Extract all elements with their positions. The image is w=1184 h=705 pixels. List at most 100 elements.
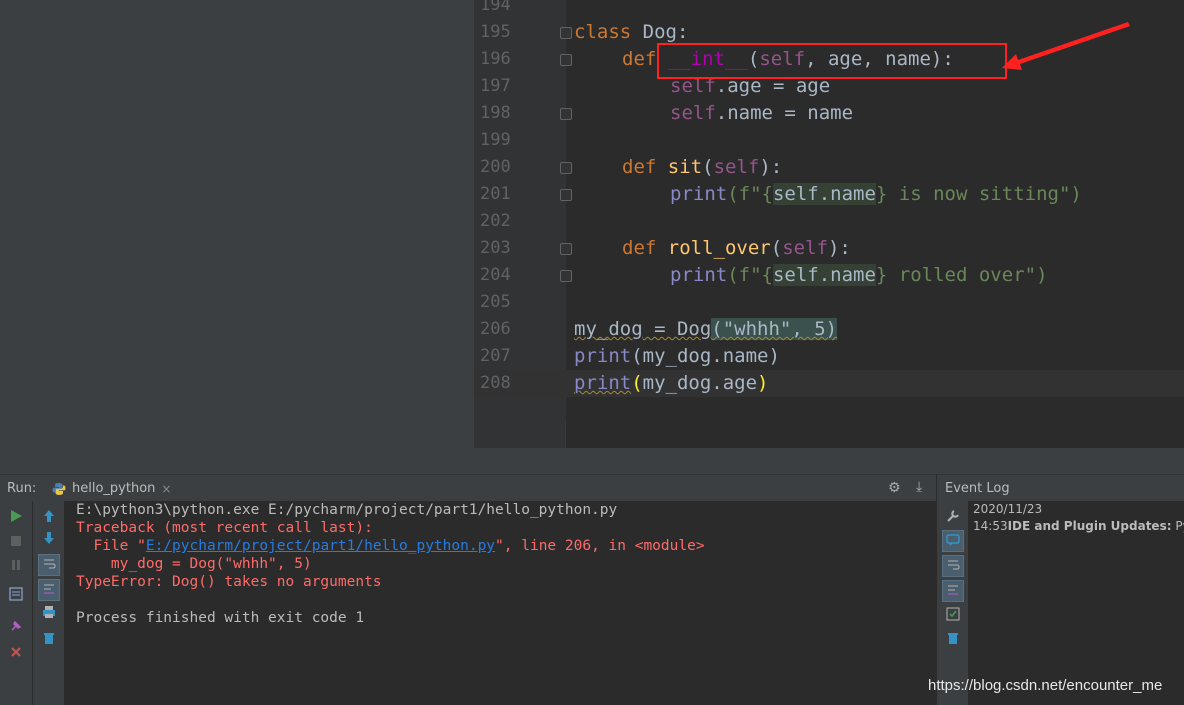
- rerun-button[interactable]: [5, 507, 27, 529]
- minimize-icon[interactable]: ⤓: [916, 479, 922, 495]
- code-text: my_dog = Dog("whhh", 5): [574, 318, 838, 340]
- code-text: print(f"{self.name} is now sitting"): [670, 183, 1082, 205]
- code-line[interactable]: 199: [474, 127, 1184, 154]
- line-number: 194: [480, 0, 511, 15]
- scroll-up-button[interactable]: [38, 507, 60, 529]
- close-icon: [11, 647, 21, 657]
- run-panel-header: Run: hello_python × ⚙ ⤓: [0, 474, 936, 502]
- checkbox-icon: [946, 607, 960, 621]
- fold-icon[interactable]: [560, 162, 572, 174]
- dump-threads-button[interactable]: [5, 585, 27, 607]
- gutter-guide: [565, 420, 566, 448]
- event-clear-button[interactable]: [942, 629, 964, 651]
- code-line[interactable]: 198 self.name = name: [474, 100, 1184, 127]
- line-number: 202: [480, 211, 511, 231]
- console-output[interactable]: E:\python3\python.exe E:/pycharm/project…: [64, 501, 936, 705]
- line-number: 199: [480, 130, 511, 150]
- scroll-end-icon: [44, 584, 54, 594]
- fold-icon[interactable]: [560, 27, 572, 39]
- line-number: 197: [480, 76, 511, 96]
- close-icon[interactable]: ×: [161, 482, 171, 496]
- watermark-text: https://blog.csdn.net/encounter_me: [928, 677, 1163, 694]
- pin-icon: [11, 620, 22, 631]
- editor-bottom-strip: [474, 448, 1184, 474]
- fold-end-icon[interactable]: [560, 270, 572, 282]
- mark-read-button[interactable]: [942, 605, 964, 627]
- project-panel: [0, 0, 474, 474]
- line-number: 204: [480, 265, 511, 285]
- close-run-button[interactable]: [5, 642, 27, 664]
- run-tab-hello-python[interactable]: hello_python ×: [44, 475, 179, 502]
- event-settings-button[interactable]: [942, 507, 964, 529]
- fold-icon[interactable]: [560, 243, 572, 255]
- run-tab-label: hello_python: [72, 481, 156, 496]
- line-number: 198: [480, 103, 511, 123]
- line-number: 203: [480, 238, 511, 258]
- code-text: print(my_dog.name): [574, 345, 780, 367]
- event-title: IDE and Plugin Updates:: [1007, 519, 1172, 533]
- event-scroll-end-button[interactable]: [942, 580, 964, 602]
- line-number: 195: [480, 22, 511, 42]
- console-code-line: my_dog = Dog("whhh", 5): [76, 556, 312, 572]
- code-line[interactable]: 204 print(f"{self.name} rolled over"): [474, 262, 1184, 289]
- stop-button[interactable]: [5, 531, 27, 553]
- code-text: def sit(self):: [622, 156, 783, 178]
- console-error-line: TypeError: Dog() takes no arguments: [76, 574, 382, 590]
- line-number: 206: [480, 319, 511, 339]
- pin-tab-button[interactable]: [5, 617, 27, 639]
- line-number: 208: [480, 373, 511, 393]
- gear-icon[interactable]: ⚙: [888, 480, 901, 496]
- line-number: 205: [480, 292, 511, 312]
- scroll-to-end-button[interactable]: [38, 579, 60, 601]
- console-file-link[interactable]: E:/pycharm/project/part1/hello_python.py: [146, 538, 495, 554]
- scroll-end-icon: [948, 585, 958, 595]
- line-number: 196: [480, 49, 511, 69]
- code-line[interactable]: 194: [474, 0, 1184, 19]
- line-number: 200: [480, 157, 511, 177]
- python-icon: [52, 482, 66, 495]
- code-line[interactable]: 201 print(f"{self.name} is now sitting"): [474, 181, 1184, 208]
- layout-icon: [9, 587, 23, 601]
- code-line[interactable]: 202: [474, 208, 1184, 235]
- run-toolbar: [0, 501, 32, 705]
- code-text: self.name = name: [670, 102, 854, 124]
- print-button[interactable]: [38, 603, 60, 625]
- code-text: print(f"{self.name} rolled over"): [670, 264, 1048, 286]
- play-icon: [11, 510, 22, 522]
- line-number: 201: [480, 184, 511, 204]
- console-toolbar: [32, 501, 65, 705]
- code-line[interactable]: 207 print(my_dog.name): [474, 343, 1184, 370]
- code-line[interactable]: 206 my_dog = Dog("whhh", 5): [474, 316, 1184, 343]
- console-file-line: File "E:/pycharm/project/part1/hello_pyt…: [76, 538, 705, 554]
- code-text: class Dog:: [574, 21, 689, 43]
- code-line[interactable]: 205: [474, 289, 1184, 316]
- soft-wrap-button[interactable]: [38, 554, 60, 576]
- event-date: 2020/11/23: [973, 502, 1043, 516]
- arrow-up-icon: [44, 510, 54, 522]
- wrench-icon: [947, 510, 959, 522]
- trash-icon: [44, 633, 54, 644]
- fold-icon[interactable]: [560, 54, 572, 66]
- code-line[interactable]: 200 def sit(self):: [474, 154, 1184, 181]
- trash-icon: [948, 633, 958, 644]
- show-balloons-button[interactable]: [942, 530, 964, 552]
- event-entry[interactable]: 14:53IDE and Plugin Updates: PyCh: [973, 519, 1184, 533]
- event-message: PyCh: [1175, 519, 1184, 533]
- stop-icon: [11, 536, 21, 546]
- event-log-content[interactable]: 2020/11/23 14:53IDE and Plugin Updates: …: [968, 501, 1184, 705]
- line-number: 207: [480, 346, 511, 366]
- annotation-arrow-icon: [1002, 22, 1130, 70]
- scroll-down-button[interactable]: [38, 529, 60, 551]
- pause-icon: [12, 560, 20, 570]
- annotation-highlight-box: [657, 43, 1007, 79]
- fold-end-icon[interactable]: [560, 189, 572, 201]
- fold-end-icon[interactable]: [560, 108, 572, 120]
- code-line[interactable]: 203 def roll_over(self):: [474, 235, 1184, 262]
- console-exit-line: Process finished with exit code 1: [76, 610, 365, 626]
- event-time: 14:53: [973, 519, 1008, 533]
- code-line-current[interactable]: 208 print(my_dog.age): [474, 370, 1184, 397]
- code-text: def roll_over(self):: [622, 237, 851, 259]
- event-soft-wrap-button[interactable]: [942, 555, 964, 577]
- clear-all-button[interactable]: [38, 629, 60, 651]
- pause-button[interactable]: [5, 555, 27, 577]
